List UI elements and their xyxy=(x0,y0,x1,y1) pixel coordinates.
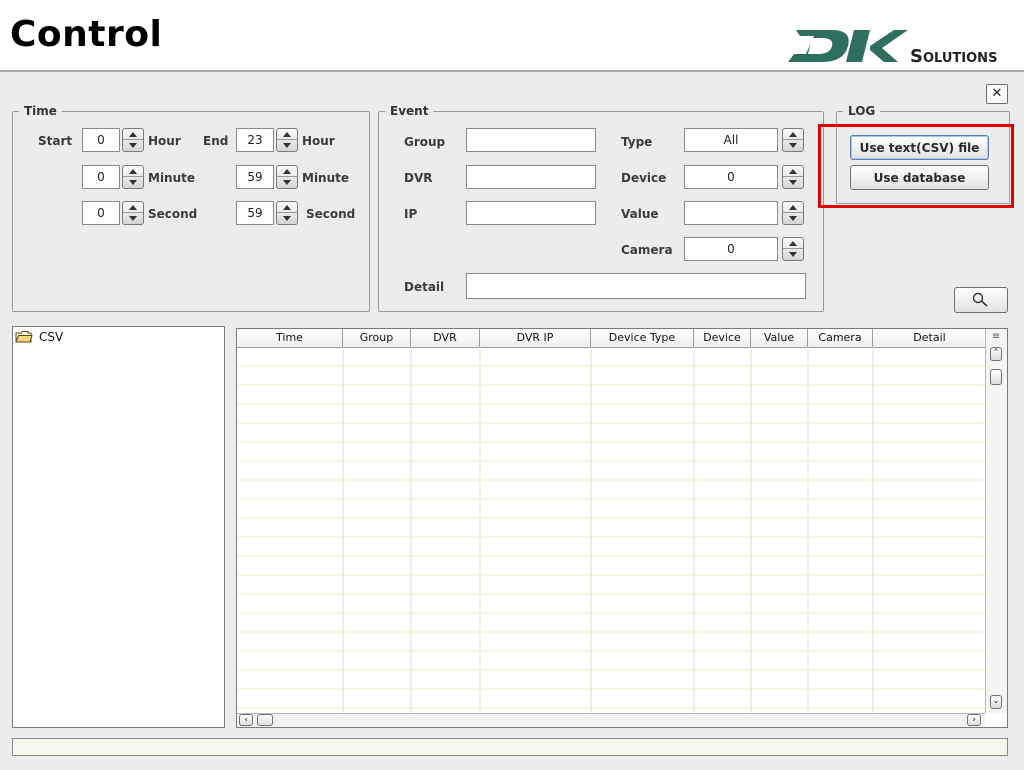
spinner-up-icon[interactable] xyxy=(123,166,143,177)
detail-label: Detail xyxy=(404,280,445,294)
log-legend: LOG xyxy=(848,104,876,118)
csv-folder-label: CSV xyxy=(39,330,64,344)
end-minute-unit: Minute xyxy=(302,171,350,185)
svg-text:OLUTIONS: OLUTIONS xyxy=(923,51,997,66)
vertical-scrollbar[interactable]: ≡ ⌃ ⌄ xyxy=(985,329,1007,713)
spinner-up-icon[interactable] xyxy=(123,202,143,213)
close-button[interactable]: ✕ xyxy=(986,84,1008,104)
scroll-left-button[interactable]: ‹ xyxy=(239,714,253,726)
page-title: Control xyxy=(10,14,163,55)
end-minute-spinner[interactable] xyxy=(276,165,298,189)
column-header-detail[interactable]: Detail xyxy=(873,329,987,347)
dvr-input[interactable] xyxy=(466,165,596,189)
device-label: Device xyxy=(621,171,667,185)
device-input[interactable]: 0 xyxy=(684,165,778,189)
device-spinner[interactable] xyxy=(782,165,804,189)
csv-tree-panel: CSV xyxy=(12,326,225,728)
event-legend: Event xyxy=(390,104,429,118)
scroll-up-button[interactable]: ⌃ xyxy=(990,347,1002,361)
start-hour-unit: Hour xyxy=(148,134,181,148)
start-label: Start xyxy=(38,134,73,148)
detail-input[interactable] xyxy=(466,273,806,299)
end-second-spinner[interactable] xyxy=(276,201,298,225)
spinner-up-icon[interactable] xyxy=(783,166,803,177)
spinner-down-icon[interactable] xyxy=(783,140,803,151)
svg-text:S: S xyxy=(910,46,923,67)
spinner-up-icon[interactable] xyxy=(277,202,297,213)
column-header-dvr-ip[interactable]: DVR IP xyxy=(480,329,591,347)
dk-solutions-logo: S OLUTIONS xyxy=(786,24,1000,68)
time-legend: Time xyxy=(24,104,57,118)
spinner-down-icon[interactable] xyxy=(277,177,297,188)
close-icon: ✕ xyxy=(991,86,1003,101)
csv-folder-item[interactable]: CSV xyxy=(15,330,63,344)
column-header-time[interactable]: Time xyxy=(237,329,343,347)
spinner-down-icon[interactable] xyxy=(783,249,803,260)
start-hour-input[interactable]: 0 xyxy=(82,128,120,152)
camera-spinner[interactable] xyxy=(782,237,804,261)
end-label: End xyxy=(203,134,229,148)
column-header-value[interactable]: Value xyxy=(751,329,808,347)
spinner-up-icon[interactable] xyxy=(783,129,803,140)
horizontal-scrollbar[interactable]: ‹ › xyxy=(237,713,985,727)
search-button[interactable] xyxy=(954,287,1008,313)
scroll-right-button[interactable]: › xyxy=(967,714,981,726)
scroll-h-thumb[interactable] xyxy=(257,714,273,726)
type-label: Type xyxy=(621,135,653,149)
type-spinner[interactable] xyxy=(782,128,804,152)
scroll-down-button[interactable]: ⌄ xyxy=(990,695,1002,709)
column-menu-icon[interactable]: ≡ xyxy=(990,331,1002,343)
end-second-input[interactable]: 59 xyxy=(236,201,274,225)
column-header-group[interactable]: Group xyxy=(343,329,411,347)
start-second-spinner[interactable] xyxy=(122,201,144,225)
group-label: Group xyxy=(404,135,446,149)
start-minute-spinner[interactable] xyxy=(122,165,144,189)
folder-icon xyxy=(15,331,33,343)
spinner-up-icon[interactable] xyxy=(783,202,803,213)
spinner-down-icon[interactable] xyxy=(783,177,803,188)
annotation-highlight-box xyxy=(818,124,1014,208)
spinner-down-icon[interactable] xyxy=(783,213,803,224)
spinner-up-icon[interactable] xyxy=(783,238,803,249)
value-label: Value xyxy=(621,207,659,221)
value-input[interactable] xyxy=(684,201,778,225)
ip-input[interactable] xyxy=(466,201,596,225)
camera-label: Camera xyxy=(621,243,673,257)
type-input[interactable]: All xyxy=(684,128,778,152)
value-spinner[interactable] xyxy=(782,201,804,225)
table-header: Time Group DVR DVR IP Device Type Device… xyxy=(237,329,987,348)
group-input[interactable] xyxy=(466,128,596,152)
scroll-thumb[interactable] xyxy=(990,369,1002,385)
camera-input[interactable]: 0 xyxy=(684,237,778,261)
log-table: Time Group DVR DVR IP Device Type Device… xyxy=(236,328,1008,728)
spinner-up-icon[interactable] xyxy=(123,129,143,140)
dvr-label: DVR xyxy=(404,171,433,185)
end-hour-unit: Hour xyxy=(302,134,335,148)
ip-label: IP xyxy=(404,207,418,221)
end-hour-input[interactable]: 23 xyxy=(236,128,274,152)
spinner-up-icon[interactable] xyxy=(277,129,297,140)
status-bar xyxy=(12,738,1008,756)
column-header-device-type[interactable]: Device Type xyxy=(591,329,694,347)
column-header-camera[interactable]: Camera xyxy=(808,329,873,347)
spinner-down-icon[interactable] xyxy=(123,213,143,224)
end-second-unit: Second xyxy=(306,207,356,221)
start-hour-spinner[interactable] xyxy=(122,128,144,152)
column-header-dvr[interactable]: DVR xyxy=(411,329,480,347)
spinner-up-icon[interactable] xyxy=(277,166,297,177)
start-second-unit: Second xyxy=(148,207,198,221)
column-header-device[interactable]: Device xyxy=(694,329,751,347)
spinner-down-icon[interactable] xyxy=(123,140,143,151)
end-minute-input[interactable]: 59 xyxy=(236,165,274,189)
spinner-down-icon[interactable] xyxy=(123,177,143,188)
end-hour-spinner[interactable] xyxy=(276,128,298,152)
table-grid xyxy=(237,347,987,713)
start-minute-unit: Minute xyxy=(148,171,196,185)
start-second-input[interactable]: 0 xyxy=(82,201,120,225)
start-minute-input[interactable]: 0 xyxy=(82,165,120,189)
spinner-down-icon[interactable] xyxy=(277,213,297,224)
spinner-down-icon[interactable] xyxy=(277,140,297,151)
search-icon xyxy=(972,292,988,307)
